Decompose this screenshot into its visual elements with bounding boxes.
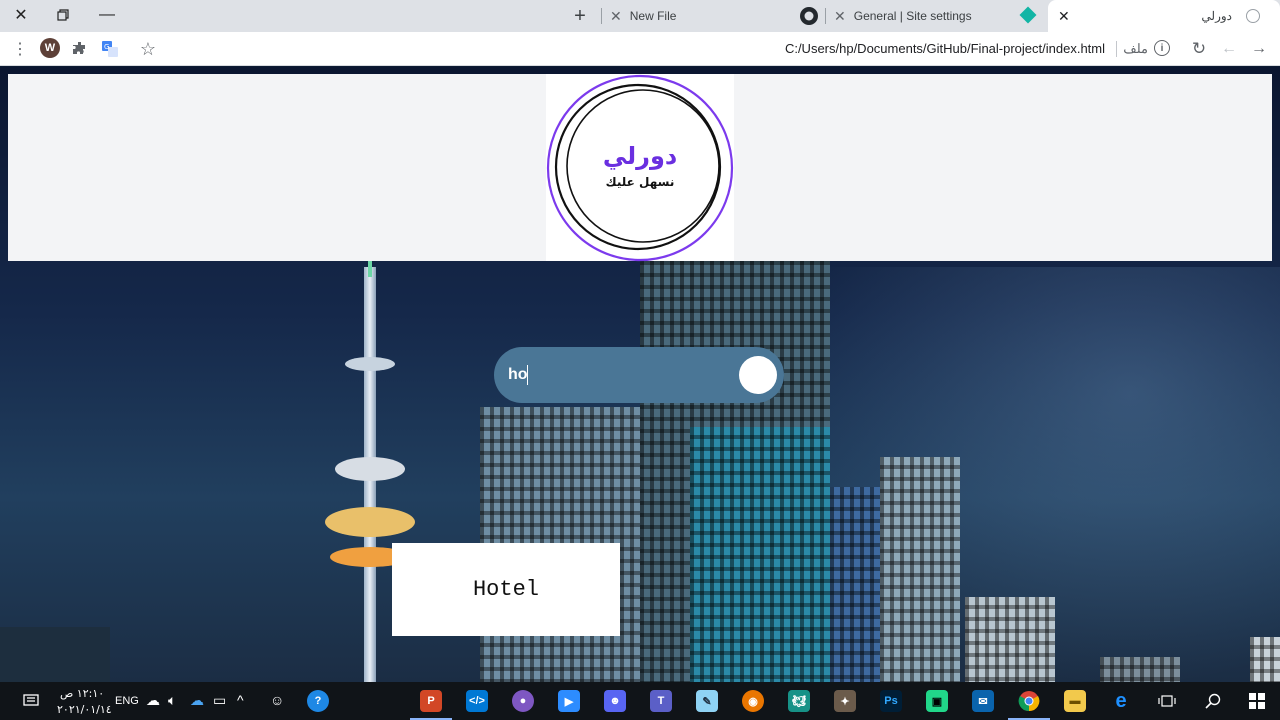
tab-title: New File	[629, 9, 677, 23]
gimp-icon[interactable]: ✦	[830, 686, 860, 716]
minimize-window-icon[interactable]: —	[86, 0, 128, 30]
close-window-icon[interactable]: ✕	[0, 0, 42, 30]
new-tab-button[interactable]: +	[566, 0, 594, 32]
tab-title: دورلي	[1201, 9, 1232, 23]
background-building	[1100, 657, 1180, 682]
zoom-icon[interactable]: ▶	[554, 686, 584, 716]
notifications-icon[interactable]	[16, 686, 46, 716]
search-input[interactable]	[508, 364, 728, 386]
tab-strip: ✕ — + ✕ New File ✕ General | Site settin…	[0, 0, 1280, 32]
settings-favicon-icon	[1019, 6, 1037, 24]
tab-divider	[825, 8, 826, 24]
powerpoint-icon[interactable]: P	[410, 686, 452, 720]
file-explorer-icon[interactable]: ▬	[1060, 686, 1090, 716]
teams-icon[interactable]: T	[646, 686, 676, 716]
tab-dawrli[interactable]: ✕ دورلي	[1048, 0, 1280, 32]
search-result-item[interactable]: Hotel	[392, 543, 620, 636]
logo-title: دورلي	[602, 142, 678, 170]
mail-icon[interactable]: ✉	[968, 686, 998, 716]
background-building	[1250, 637, 1280, 682]
bookmark-star-icon[interactable]: ☆	[136, 37, 160, 61]
discord-icon[interactable]: ☻	[600, 686, 630, 716]
more-menu-icon[interactable]: ⋮	[8, 37, 32, 61]
jetbrains-icon[interactable]: ▣	[922, 686, 952, 716]
battery-icon[interactable]: ▭	[213, 692, 226, 709]
background-building	[965, 597, 1055, 682]
profile-avatar[interactable]: W	[40, 38, 60, 58]
page-favicon-icon	[1246, 9, 1260, 23]
back-arrow-icon[interactable]: →	[1247, 37, 1271, 61]
address-divider	[1116, 41, 1117, 57]
tab-new-file[interactable]: ✕ New File	[604, 0, 794, 32]
chevron-up-icon[interactable]: ^	[237, 692, 244, 708]
background-building	[0, 627, 110, 682]
volume-icon[interactable]: 🔈︎	[168, 692, 176, 709]
onedrive-icon[interactable]: ☁	[190, 692, 204, 709]
windows-taskbar: ١٢:١٠ ص ٢٠٢١/٠١/١٤ ENG ☁ 🔈︎ ☁ ▭ ^ ☺ ? P …	[0, 682, 1280, 720]
task-view-icon[interactable]	[1152, 686, 1182, 716]
url-text[interactable]: C:/Users/hp/Documents/GitHub/Final-proje…	[785, 41, 1105, 56]
text-caret	[527, 365, 528, 385]
tower-ring	[325, 507, 415, 537]
photoshop-icon[interactable]: Ps	[876, 686, 906, 716]
tab-divider	[601, 8, 602, 24]
background-building	[690, 427, 830, 682]
address-bar[interactable]: C:/Users/hp/Documents/GitHub/Final-proje…	[165, 36, 1180, 62]
translate-icon[interactable]: G	[98, 37, 122, 61]
windows-start-icon[interactable]	[1242, 686, 1272, 716]
tower-ring	[345, 357, 395, 371]
tab-site-settings[interactable]: ✕ General | Site settings	[828, 0, 1048, 32]
tab-close-icon[interactable]: ✕	[1058, 8, 1070, 25]
background-building	[880, 457, 960, 682]
language-indicator[interactable]: ENG	[115, 695, 139, 707]
browser-toolbar: ⋮ G ☆ C:/Users/hp/Documents/GitHub/Final…	[0, 32, 1280, 66]
search-button[interactable]	[739, 356, 777, 394]
tab-close-icon[interactable]: ✕	[610, 8, 622, 25]
tab-title: General | Site settings	[853, 9, 972, 23]
scheme-label: ملف	[1123, 41, 1148, 56]
vscode-icon[interactable]: </>	[462, 686, 492, 716]
notepad-icon[interactable]: ✎	[692, 686, 722, 716]
page-viewport: دورلي نسهل عليك Hotel	[0, 67, 1280, 682]
search-bar	[494, 347, 784, 403]
gitkraken-icon[interactable]: 🐙︎	[784, 686, 814, 716]
svg-text:G: G	[104, 43, 109, 51]
logo-subtitle: نسهل عليك	[605, 175, 675, 189]
help-icon[interactable]: ?	[303, 686, 333, 716]
restore-window-icon[interactable]	[42, 0, 84, 30]
search-icon[interactable]	[1198, 686, 1228, 716]
site-info-icon[interactable]: i	[1154, 40, 1170, 56]
tab-close-icon[interactable]: ✕	[834, 8, 846, 25]
edge-icon[interactable]: e	[1106, 686, 1136, 716]
cloud-upload-icon[interactable]: ☁	[146, 692, 160, 709]
forward-arrow-icon[interactable]: ←	[1217, 37, 1241, 61]
obs-icon[interactable]: ●	[508, 686, 538, 716]
clock-time[interactable]: ١٢:١٠ ص	[60, 687, 104, 700]
tower-ring	[335, 457, 405, 481]
chrome-icon[interactable]	[1008, 686, 1050, 720]
clock-date[interactable]: ٢٠٢١/٠١/١٤	[57, 703, 112, 716]
reload-icon[interactable]: ↻	[1187, 37, 1211, 61]
people-icon[interactable]: ☺	[270, 692, 284, 708]
github-icon	[794, 0, 824, 32]
extensions-icon[interactable]	[68, 37, 92, 61]
blender-icon[interactable]: ◉	[738, 686, 768, 716]
